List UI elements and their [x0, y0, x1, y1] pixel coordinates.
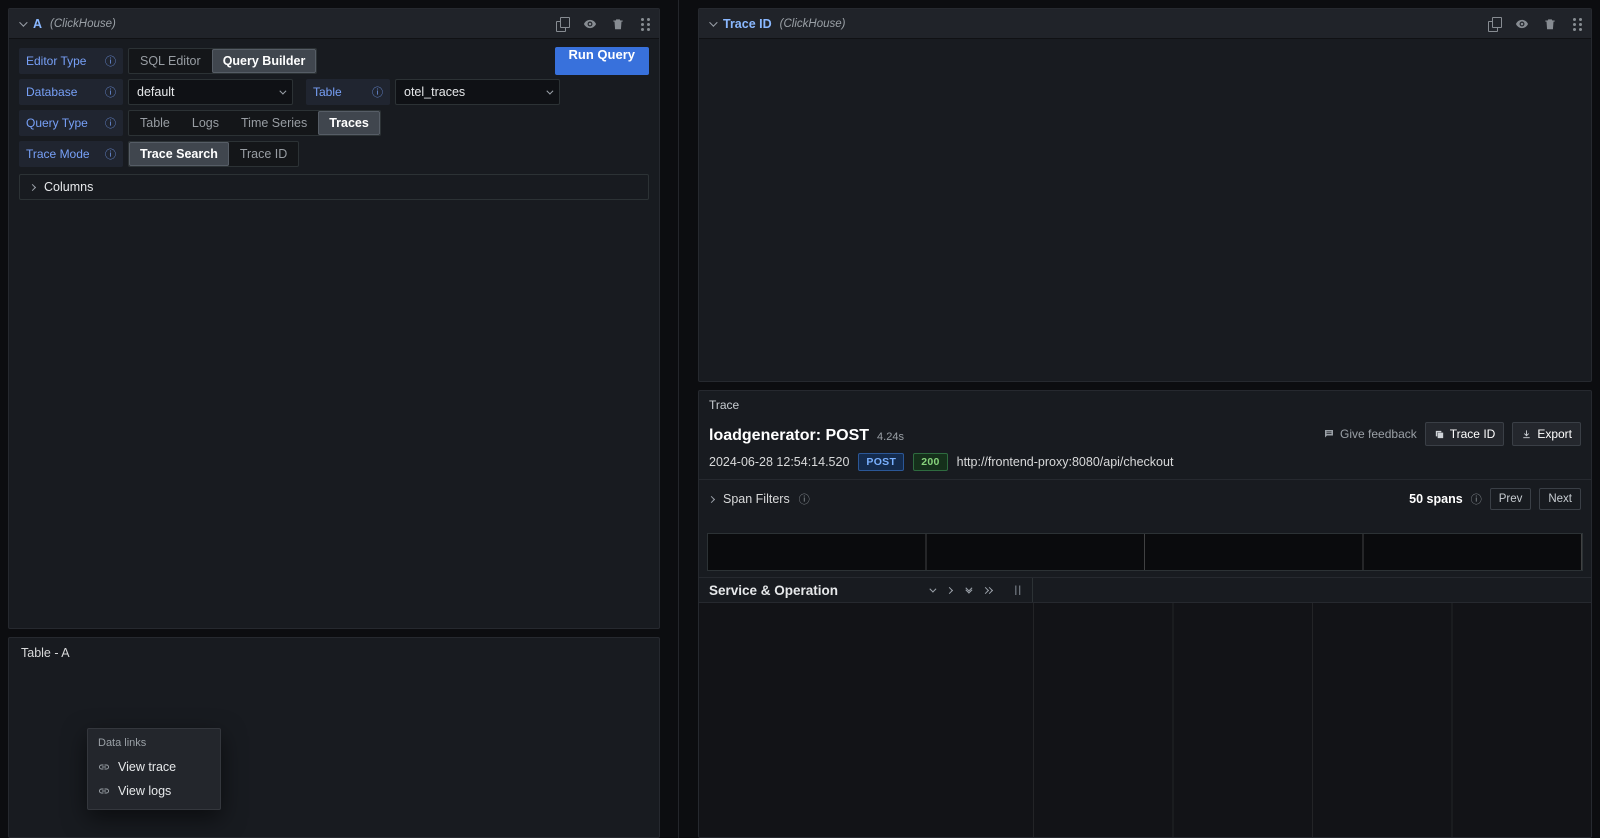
field-label: Query Typeⓘ	[19, 110, 123, 136]
drag-handle-icon[interactable]	[639, 17, 649, 31]
method-badge: POST	[858, 453, 904, 471]
trace-minimap[interactable]	[707, 520, 1583, 571]
trash-icon[interactable]	[611, 17, 625, 31]
link-icon	[98, 761, 110, 773]
minimap-gridlines	[708, 534, 1582, 570]
expand-one-icon[interactable]	[947, 588, 952, 593]
results-table: Data links View trace View logs	[9, 666, 659, 688]
segment-option[interactable]: Table	[129, 111, 181, 135]
datasource-label: (ClickHouse)	[780, 18, 846, 30]
info-icon: ⓘ	[105, 146, 116, 162]
status-badge: 200	[913, 453, 947, 471]
chevron-right-icon[interactable]	[29, 183, 36, 190]
trace-timestamp: 2024-06-28 12:54:14.520	[709, 455, 849, 469]
info-icon: ⓘ	[105, 115, 116, 131]
timeline-gridlines	[1033, 603, 1591, 838]
info-icon: ⓘ	[1471, 491, 1482, 507]
next-button[interactable]: Next	[1539, 488, 1581, 510]
table-header-row	[19, 666, 649, 688]
field-label: Tableⓘ	[306, 79, 390, 105]
trace-panel: Trace loadgenerator: POST 4.24s Give fee…	[698, 390, 1592, 838]
view-logs-link[interactable]: View logs	[88, 779, 220, 803]
segment-option[interactable]: Logs	[181, 111, 230, 135]
collapse-one-icon[interactable]	[929, 588, 934, 593]
trace-name: loadgenerator: POST	[709, 427, 869, 445]
span-filters-label[interactable]: Span Filters	[723, 492, 790, 506]
service-operation-header: Service & Operation	[709, 583, 838, 598]
segmented-control: SQL EditorQuery Builder	[128, 48, 317, 74]
collapse-chevron-icon[interactable]	[19, 18, 27, 26]
segment-option[interactable]: Query Builder	[212, 49, 317, 73]
query-panel-traceid: Trace ID (ClickHouse)	[698, 8, 1592, 382]
chevron-down-icon[interactable]	[546, 87, 553, 94]
trace-url: http://frontend-proxy:8080/api/checkout	[957, 455, 1174, 469]
field-label: Trace Modeⓘ	[19, 141, 123, 167]
column-resizer[interactable]: ||	[1014, 585, 1022, 596]
eye-icon[interactable]	[583, 17, 597, 31]
export-button[interactable]: Export	[1512, 422, 1581, 446]
collapse-all-icon[interactable]	[965, 587, 970, 594]
datasource-label: (ClickHouse)	[50, 18, 116, 30]
segment-option[interactable]: Trace Search	[129, 142, 229, 166]
chevron-down-icon[interactable]	[279, 87, 286, 94]
field-label: Databaseⓘ	[19, 79, 123, 105]
give-feedback-button[interactable]: Give feedback	[1323, 427, 1417, 441]
run-query-button[interactable]: Run Query	[555, 47, 649, 75]
info-icon: ⓘ	[105, 53, 116, 69]
trace-id-button[interactable]: Trace ID	[1425, 422, 1505, 446]
minimap-canvas[interactable]	[707, 533, 1583, 571]
query-panel-a: A (ClickHouse) Editor TypeⓘSQL EditorQue…	[8, 8, 660, 629]
segment-option[interactable]: Time Series	[230, 111, 318, 135]
prev-button[interactable]: Prev	[1490, 488, 1532, 510]
trash-icon[interactable]	[1543, 17, 1557, 31]
query-refid: A	[33, 17, 42, 31]
comment-icon	[1323, 428, 1335, 440]
span-count: 50 spans	[1409, 492, 1463, 506]
panel-divider	[678, 0, 679, 838]
query-editor-traceid	[699, 39, 1591, 57]
copy-icon	[1434, 429, 1445, 440]
segment-option[interactable]: Trace ID	[229, 142, 298, 166]
view-trace-link[interactable]: View trace	[88, 755, 220, 779]
link-icon	[98, 785, 110, 797]
export-icon	[1521, 429, 1532, 440]
query-editor-a: Editor TypeⓘSQL EditorQuery Builder Run Q…	[9, 39, 659, 216]
timeline-ticks	[1033, 578, 1591, 602]
query-panel-traceid-header[interactable]: Trace ID (ClickHouse)	[699, 9, 1591, 39]
segment-option[interactable]: SQL Editor	[129, 49, 212, 73]
database-select[interactable]: default	[128, 79, 293, 105]
segmented-control: Trace SearchTrace ID	[128, 141, 299, 167]
duplicate-icon[interactable]	[1487, 17, 1501, 31]
trace-duration: 4.24s	[877, 431, 904, 443]
chevron-right-icon[interactable]	[708, 495, 715, 502]
span-rows	[699, 603, 1591, 838]
minimap-ticks	[707, 520, 1583, 533]
data-links-tooltip: Data links View trace View logs	[87, 728, 221, 810]
table-panel: Table - A Data links View trace View log…	[8, 637, 660, 838]
segment-option[interactable]: Traces	[318, 111, 380, 135]
duplicate-icon[interactable]	[555, 17, 569, 31]
info-icon: ⓘ	[372, 84, 383, 100]
segmented-control: TableLogsTime SeriesTraces	[128, 110, 381, 136]
info-icon: ⓘ	[105, 84, 116, 100]
info-icon: ⓘ	[799, 491, 810, 507]
columns-section-toggle[interactable]: Columns	[19, 174, 649, 200]
query-refid: Trace ID	[723, 17, 772, 31]
drag-handle-icon[interactable]	[1571, 17, 1581, 31]
panel-title: Trace	[699, 391, 1591, 416]
tooltip-header: Data links	[88, 735, 220, 755]
table-select[interactable]: otel_traces	[395, 79, 560, 105]
panel-title: Table - A	[9, 638, 659, 666]
eye-icon[interactable]	[1515, 17, 1529, 31]
collapse-chevron-icon[interactable]	[709, 18, 717, 26]
query-panel-a-header[interactable]: A (ClickHouse)	[9, 9, 659, 39]
field-label: Editor Typeⓘ	[19, 48, 123, 74]
expand-all-icon[interactable]	[983, 588, 992, 593]
